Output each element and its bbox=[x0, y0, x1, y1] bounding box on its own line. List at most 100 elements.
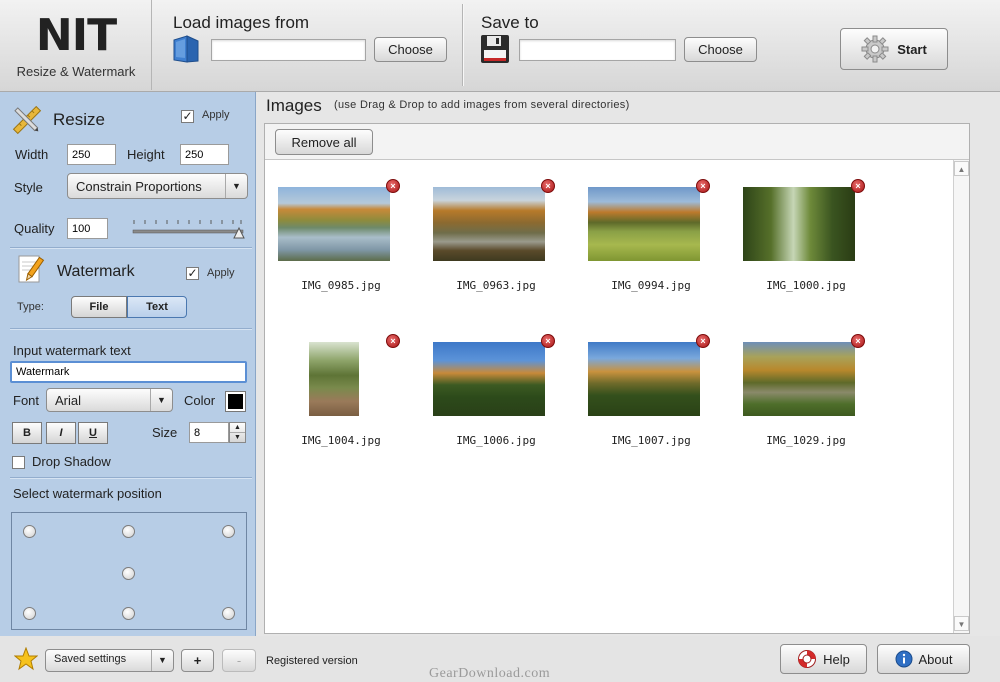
resize-icon bbox=[12, 105, 42, 135]
star-icon[interactable] bbox=[14, 647, 38, 671]
load-choose-button[interactable]: Choose bbox=[374, 37, 447, 62]
thumbnail-image[interactable] bbox=[588, 187, 700, 261]
position-center-radio[interactable] bbox=[122, 567, 135, 580]
image-filename: IMG_0963.jpg bbox=[456, 279, 536, 292]
remove-image-icon[interactable]: × bbox=[541, 179, 555, 193]
remove-image-icon[interactable]: × bbox=[696, 179, 710, 193]
font-label: Font bbox=[13, 393, 40, 408]
stepper-down-icon[interactable]: ▼ bbox=[230, 433, 245, 442]
start-button[interactable]: Start bbox=[840, 28, 948, 70]
header-divider bbox=[462, 4, 463, 86]
position-label: Select watermark position bbox=[13, 486, 162, 501]
remove-image-icon[interactable]: × bbox=[851, 179, 865, 193]
remove-all-button[interactable]: Remove all bbox=[275, 129, 373, 155]
save-choose-button[interactable]: Choose bbox=[684, 37, 757, 62]
image-filename: IMG_1000.jpg bbox=[766, 279, 846, 292]
save-to-label: Save to bbox=[481, 13, 539, 32]
position-top-center-radio[interactable] bbox=[122, 525, 135, 538]
font-value: Arial bbox=[55, 393, 82, 408]
underline-button[interactable]: U bbox=[78, 422, 108, 444]
site-watermark: GearDownload.com bbox=[429, 666, 551, 681]
type-label: Type: bbox=[17, 301, 44, 313]
style-select[interactable]: Constrain Proportions ▼ bbox=[67, 173, 248, 199]
style-label: Style bbox=[14, 180, 43, 195]
position-bottom-center-radio[interactable] bbox=[122, 607, 135, 620]
remove-image-icon[interactable]: × bbox=[386, 334, 400, 348]
width-label: Width bbox=[15, 147, 49, 162]
section-divider bbox=[10, 477, 252, 478]
height-input[interactable] bbox=[180, 144, 229, 165]
resize-title: Resize bbox=[53, 110, 105, 129]
images-hint: (use Drag & Drop to add images from seve… bbox=[334, 99, 630, 111]
position-bottom-left-radio[interactable] bbox=[23, 607, 36, 620]
type-file-button[interactable]: File bbox=[71, 296, 127, 318]
chevron-down-icon: ▼ bbox=[150, 389, 172, 411]
color-picker[interactable] bbox=[225, 391, 246, 412]
image-filename: IMG_1006.jpg bbox=[456, 434, 536, 447]
saved-settings-select[interactable]: Saved settings ▼ bbox=[45, 649, 174, 672]
color-label: Color bbox=[184, 393, 216, 408]
logo-subtitle: Resize & Watermark bbox=[16, 64, 136, 79]
thumbnail-image[interactable] bbox=[309, 342, 359, 416]
help-label: Help bbox=[823, 651, 850, 667]
quality-input[interactable] bbox=[67, 218, 108, 239]
size-stepper[interactable]: ▲ ▼ bbox=[229, 422, 246, 443]
size-label: Size bbox=[152, 425, 178, 440]
about-label: About bbox=[918, 651, 953, 667]
image-filename: IMG_1004.jpg bbox=[301, 434, 381, 447]
load-path-input[interactable] bbox=[211, 39, 366, 61]
size-input[interactable] bbox=[189, 422, 229, 443]
style-value: Constrain Proportions bbox=[76, 179, 202, 194]
app-logo: NIT Resize & Watermark bbox=[0, 0, 152, 90]
saved-settings-value: Saved settings bbox=[54, 653, 127, 665]
watermark-pencil-icon bbox=[18, 255, 45, 283]
thumbnail-image[interactable] bbox=[743, 342, 855, 416]
about-button[interactable]: About bbox=[877, 644, 970, 674]
scroll-down-icon[interactable]: ▼ bbox=[954, 616, 969, 631]
remove-image-icon[interactable]: × bbox=[696, 334, 710, 348]
color-swatch bbox=[228, 394, 243, 409]
type-text-button[interactable]: Text bbox=[127, 296, 187, 318]
bold-button[interactable]: B bbox=[12, 422, 42, 444]
italic-button[interactable]: I bbox=[46, 422, 76, 444]
position-top-right-radio[interactable] bbox=[222, 525, 235, 538]
vertical-scrollbar[interactable]: ▲ ▼ bbox=[953, 160, 969, 633]
thumbnail-image[interactable] bbox=[278, 187, 390, 261]
folder-icon bbox=[173, 35, 199, 63]
start-label: Start bbox=[897, 41, 927, 57]
section-divider bbox=[10, 328, 252, 329]
scroll-up-icon[interactable]: ▲ bbox=[954, 161, 969, 176]
font-select[interactable]: Arial ▼ bbox=[46, 388, 173, 412]
drop-shadow-checkbox[interactable] bbox=[12, 456, 25, 469]
save-path-input[interactable] bbox=[519, 39, 676, 61]
drop-shadow-label: Drop Shadow bbox=[32, 454, 111, 469]
thumbnail-image[interactable] bbox=[588, 342, 700, 416]
load-images-label: Load images from bbox=[173, 13, 310, 32]
help-button[interactable]: Help bbox=[780, 644, 867, 674]
remove-image-icon[interactable]: × bbox=[386, 179, 400, 193]
position-top-left-radio[interactable] bbox=[23, 525, 36, 538]
height-label: Height bbox=[127, 147, 165, 162]
thumbnail-image[interactable] bbox=[433, 187, 545, 261]
quality-slider[interactable] bbox=[131, 218, 247, 240]
add-setting-button[interactable]: + bbox=[181, 649, 214, 672]
toolbar-header: NIT Resize & Watermark Load images from … bbox=[0, 0, 1000, 92]
stepper-up-icon[interactable]: ▲ bbox=[230, 423, 245, 433]
watermark-apply-label: Apply bbox=[207, 267, 235, 279]
position-bottom-right-radio[interactable] bbox=[222, 607, 235, 620]
width-input[interactable] bbox=[67, 144, 116, 165]
remove-image-icon[interactable]: × bbox=[541, 334, 555, 348]
thumbnail-image[interactable] bbox=[433, 342, 545, 416]
resize-apply-label: Apply bbox=[202, 109, 230, 121]
image-filename: IMG_1029.jpg bbox=[766, 434, 846, 447]
thumbnail-image[interactable] bbox=[743, 187, 855, 261]
quality-label: Quality bbox=[14, 221, 55, 236]
remove-image-icon[interactable]: × bbox=[851, 334, 865, 348]
image-filename: IMG_0994.jpg bbox=[611, 279, 691, 292]
watermark-apply-checkbox[interactable]: ✓ bbox=[186, 267, 199, 280]
logo-title: NIT bbox=[35, 10, 117, 61]
watermark-text-input[interactable] bbox=[10, 361, 247, 383]
remove-setting-button[interactable]: - bbox=[222, 649, 256, 672]
resize-apply-checkbox[interactable]: ✓ bbox=[181, 110, 194, 123]
floppy-disk-icon bbox=[481, 35, 509, 63]
